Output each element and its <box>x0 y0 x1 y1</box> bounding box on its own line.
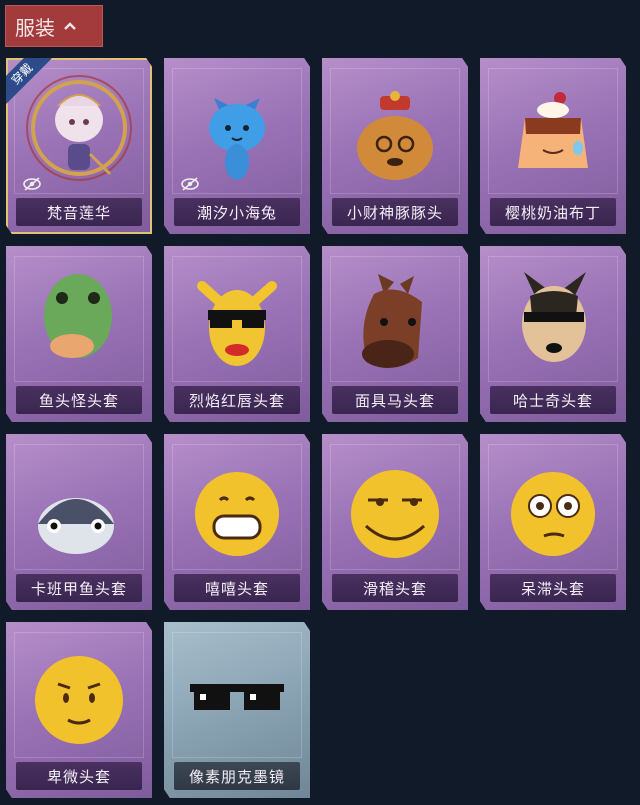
costume-card[interactable]: 鱼头怪头套 <box>6 246 152 422</box>
costume-name: 烈焰红唇头套 <box>174 386 300 414</box>
costume-card[interactable]: 潮汐小海兔 <box>164 58 310 234</box>
chevron-up-icon <box>64 22 76 30</box>
category-title: 服装 <box>15 15 55 40</box>
costume-card[interactable]: 滑稽头套 <box>322 434 468 610</box>
costume-card[interactable]: 呆滞头套 <box>480 434 626 610</box>
costume-name: 呆滞头套 <box>490 574 616 602</box>
costume-card[interactable]: 穿戴 梵音莲华 <box>6 58 152 234</box>
dazed-face-mask-icon <box>511 472 595 556</box>
costume-card[interactable]: 烈焰红唇头套 <box>164 246 310 422</box>
red-lips-mask-icon <box>197 281 277 366</box>
turtle-head-mask-icon <box>38 498 114 554</box>
hidden-eye-icon[interactable] <box>180 176 200 192</box>
costume-name: 樱桃奶油布丁 <box>490 198 616 226</box>
horse-mask-icon <box>362 274 422 368</box>
costume-name: 嘻嘻头套 <box>174 574 300 602</box>
grinning-face-mask-icon <box>195 472 279 556</box>
costume-name: 像素朋克墨镜 <box>174 762 300 790</box>
costume-card[interactable]: 像素朋克墨镜 <box>164 622 310 798</box>
funny-face-mask-icon <box>351 470 439 558</box>
costume-grid: 穿戴 梵音莲华 潮汐小海兔 小财神豚豚头 樱桃奶油布丁 鱼头怪头套 烈焰红唇头套… <box>6 58 626 798</box>
husky-mask-icon <box>522 272 586 362</box>
costume-name: 卡班甲鱼头套 <box>16 574 142 602</box>
costume-name: 小财神豚豚头 <box>332 198 458 226</box>
costume-name: 梵音莲华 <box>16 198 142 226</box>
costume-name: 滑稽头套 <box>332 574 458 602</box>
humble-face-mask-icon <box>35 656 123 744</box>
costume-name: 哈士奇头套 <box>490 386 616 414</box>
costume-name: 面具马头套 <box>332 386 458 414</box>
costume-card[interactable]: 小财神豚豚头 <box>322 58 468 234</box>
cherry-pudding-icon <box>518 92 588 168</box>
costume-card[interactable]: 卑微头套 <box>6 622 152 798</box>
costume-name: 卑微头套 <box>16 762 142 790</box>
costume-name: 鱼头怪头套 <box>16 386 142 414</box>
costume-card[interactable]: 面具马头套 <box>322 246 468 422</box>
pixel-sunglasses-icon <box>190 684 284 710</box>
costume-category-toggle[interactable]: 服装 <box>5 5 103 47</box>
fish-head-mask-icon <box>44 274 112 358</box>
costume-card[interactable]: 嘻嘻头套 <box>164 434 310 610</box>
capybara-god-of-wealth-icon <box>357 91 433 180</box>
costume-card[interactable]: 卡班甲鱼头套 <box>6 434 152 610</box>
costume-card[interactable]: 樱桃奶油布丁 <box>480 58 626 234</box>
costume-card[interactable]: 哈士奇头套 <box>480 246 626 422</box>
costume-name: 潮汐小海兔 <box>174 198 300 226</box>
hidden-eye-icon[interactable] <box>22 176 42 192</box>
